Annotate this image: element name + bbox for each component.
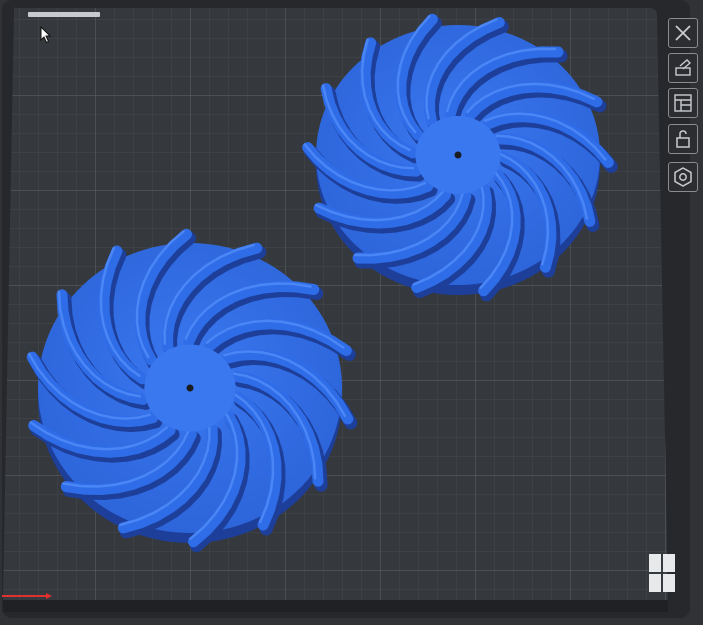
grid-view-icon [649,554,675,592]
close-icon [675,25,691,41]
mouse-cursor-icon [40,26,52,44]
arrange-button[interactable] [668,53,698,83]
view-grid-button[interactable] [648,553,676,593]
lock-plate-button[interactable] [668,124,698,154]
layout-icon [674,94,692,112]
plate-settings-button[interactable] [668,162,698,192]
impeller-shaft-hole [454,151,462,159]
plate-edge [3,600,668,612]
impeller-shaft-hole [186,384,194,392]
build-plate-scene[interactable] [0,0,703,625]
settings-gear-icon [674,167,692,187]
close-plate-button[interactable] [668,18,698,48]
arrange-icon [675,59,692,76]
lock-icon [676,130,690,148]
3d-viewport[interactable] [0,0,703,625]
plate-name-bar [28,12,100,17]
layout-button[interactable] [668,88,698,118]
